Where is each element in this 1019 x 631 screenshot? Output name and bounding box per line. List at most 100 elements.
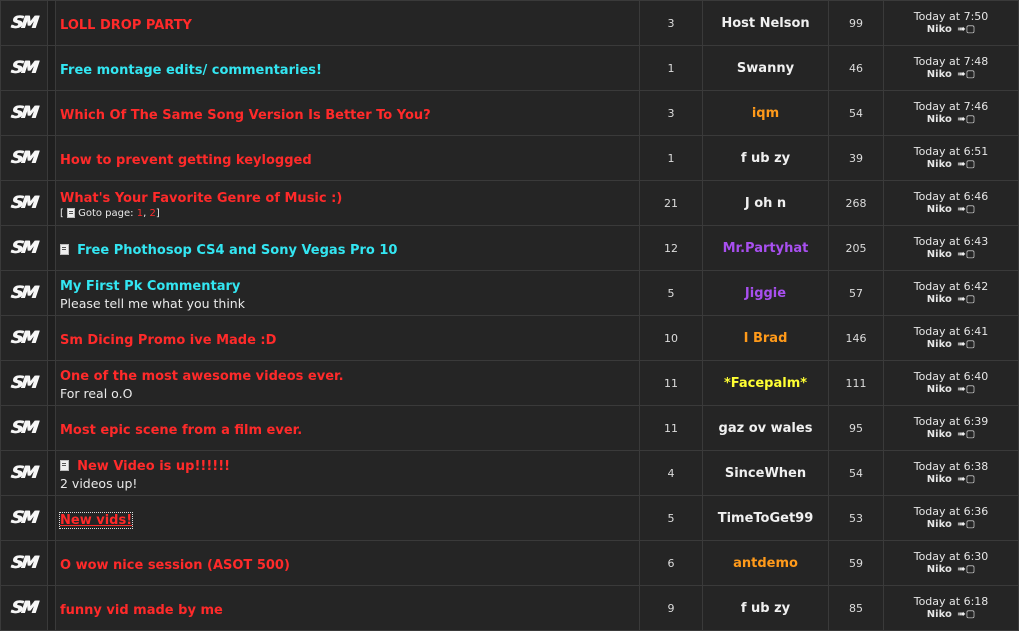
last-post-author-link[interactable]: Niko bbox=[927, 24, 952, 35]
goto-last-post-icon[interactable]: ➠▢ bbox=[957, 249, 975, 260]
topic-title-link[interactable]: Free Phothosop CS4 and Sony Vegas Pro 10 bbox=[77, 243, 397, 258]
last-post-author-link[interactable]: Niko bbox=[927, 69, 952, 80]
last-post-author-link[interactable]: Niko bbox=[927, 339, 952, 350]
goto-last-post-icon[interactable]: ➠▢ bbox=[957, 339, 975, 350]
topic-author-link[interactable]: gaz ov wales bbox=[719, 421, 813, 436]
topic-icon-cell: SM bbox=[0, 180, 48, 226]
goto-last-post-icon[interactable]: ➠▢ bbox=[957, 609, 975, 620]
topic-title-link[interactable]: My First Pk Commentary bbox=[60, 279, 240, 294]
topic-title-line: funny vid made by me bbox=[60, 599, 639, 618]
topic-icon-cell: SM bbox=[0, 90, 48, 136]
last-post-author-link[interactable]: Niko bbox=[927, 564, 952, 575]
topic-author-cell: Mr.Partyhat bbox=[702, 225, 829, 271]
goto-last-post-icon[interactable]: ➠▢ bbox=[957, 24, 975, 35]
sm-logo-icon: SM bbox=[10, 238, 38, 258]
topic-author-link[interactable]: *Facepalm* bbox=[724, 376, 807, 391]
goto-last-post-icon[interactable]: ➠▢ bbox=[957, 204, 975, 215]
topic-row: SM How to prevent getting keylogged 1 f … bbox=[0, 135, 1019, 181]
topic-title-link[interactable]: New Video is up!!!!!! bbox=[77, 459, 230, 474]
last-post-author-line: Niko ➠▢ bbox=[884, 23, 1018, 36]
topic-title-line: Free montage edits/ commentaries! bbox=[60, 59, 639, 78]
topic-description: For real o.O bbox=[60, 386, 133, 401]
topic-row: SM Which Of The Same Song Version Is Bet… bbox=[0, 90, 1019, 136]
reply-count: 4 bbox=[639, 450, 703, 496]
reply-count: 3 bbox=[639, 90, 703, 136]
last-post-author-link[interactable]: Niko bbox=[927, 519, 952, 530]
topic-author-link[interactable]: antdemo bbox=[733, 556, 798, 571]
last-post-author-line: Niko ➠▢ bbox=[884, 338, 1018, 351]
topic-author-link[interactable]: Mr.Partyhat bbox=[723, 241, 809, 256]
last-post-time: Today at 6:41 bbox=[913, 324, 989, 338]
topic-row: SM What's Your Favorite Genre of Music :… bbox=[0, 180, 1019, 226]
sm-logo-icon: SM bbox=[10, 58, 38, 78]
goto-last-post-icon[interactable]: ➠▢ bbox=[957, 564, 975, 575]
last-post-author-link[interactable]: Niko bbox=[927, 384, 952, 395]
topic-author-link[interactable]: I Brad bbox=[744, 331, 788, 346]
topic-author-link[interactable]: Jiggie bbox=[745, 286, 786, 301]
last-post-author-link[interactable]: Niko bbox=[927, 429, 952, 440]
reply-count: 3 bbox=[639, 0, 703, 46]
goto-last-post-icon[interactable]: ➠▢ bbox=[957, 474, 975, 485]
goto-last-post-icon[interactable]: ➠▢ bbox=[957, 114, 975, 125]
view-count: 39 bbox=[828, 135, 884, 181]
last-post-author-link[interactable]: Niko bbox=[927, 294, 952, 305]
topic-title-link[interactable]: One of the most awesome videos ever. bbox=[60, 369, 344, 384]
last-post-cell: Today at 6:18 Niko ➠▢ bbox=[883, 585, 1019, 631]
topic-title-cell: Sm Dicing Promo ive Made :D bbox=[55, 315, 640, 361]
folder-status-cell bbox=[47, 315, 56, 361]
topic-author-link[interactable]: iqm bbox=[752, 106, 779, 121]
last-post-author-link[interactable]: Niko bbox=[927, 159, 952, 170]
goto-last-post-icon[interactable]: ➠▢ bbox=[957, 294, 975, 305]
topic-author-link[interactable]: TimeToGet99 bbox=[718, 511, 814, 526]
last-post-author-line: Niko ➠▢ bbox=[884, 428, 1018, 441]
topic-title-cell: Free montage edits/ commentaries! bbox=[55, 45, 640, 91]
last-post-author-line: Niko ➠▢ bbox=[884, 473, 1018, 486]
topic-author-link[interactable]: J oh n bbox=[745, 196, 786, 211]
topic-author-link[interactable]: f ub zy bbox=[741, 601, 790, 616]
goto-last-post-icon[interactable]: ➠▢ bbox=[957, 384, 975, 395]
reply-count: 1 bbox=[639, 135, 703, 181]
topic-title-link[interactable]: Which Of The Same Song Version Is Better… bbox=[60, 108, 431, 123]
last-post-author-link[interactable]: Niko bbox=[927, 114, 952, 125]
topic-author-link[interactable]: Host Nelson bbox=[721, 16, 809, 31]
last-post-cell: Today at 6:39 Niko ➠▢ bbox=[883, 405, 1019, 451]
last-post-author-link[interactable]: Niko bbox=[927, 474, 952, 485]
topic-title-link[interactable]: How to prevent getting keylogged bbox=[60, 153, 312, 168]
topic-title-cell: O wow nice session (ASOT 500) bbox=[55, 540, 640, 586]
topic-author-link[interactable]: Swanny bbox=[737, 61, 794, 76]
last-post-author-link[interactable]: Niko bbox=[927, 249, 952, 260]
goto-last-post-icon[interactable]: ➠▢ bbox=[957, 159, 975, 170]
topic-title-link[interactable]: Most epic scene from a film ever. bbox=[60, 423, 302, 438]
topic-row: SM Most epic scene from a film ever. 11 … bbox=[0, 405, 1019, 451]
last-post-cell: Today at 6:42 Niko ➠▢ bbox=[883, 270, 1019, 316]
last-post-cell: Today at 6:36 Niko ➠▢ bbox=[883, 495, 1019, 541]
topic-title-link[interactable]: LOLL DROP PARTY bbox=[60, 18, 192, 33]
last-post-time: Today at 6:42 bbox=[913, 279, 989, 293]
goto-label: Goto page: bbox=[78, 208, 134, 219]
topic-author-link[interactable]: f ub zy bbox=[741, 151, 790, 166]
topic-title-line: Free Phothosop CS4 and Sony Vegas Pro 10 bbox=[60, 239, 639, 258]
goto-open-bracket: [ bbox=[60, 208, 64, 219]
topic-author-cell: TimeToGet99 bbox=[702, 495, 829, 541]
topic-icon-cell: SM bbox=[0, 135, 48, 181]
last-post-cell: Today at 6:38 Niko ➠▢ bbox=[883, 450, 1019, 496]
goto-last-post-icon[interactable]: ➠▢ bbox=[957, 429, 975, 440]
topic-title-line: One of the most awesome videos ever. bbox=[60, 365, 639, 384]
topic-title-link[interactable]: funny vid made by me bbox=[60, 603, 223, 618]
last-post-author-link[interactable]: Niko bbox=[927, 204, 952, 215]
folder-status-cell bbox=[47, 540, 56, 586]
goto-last-post-icon[interactable]: ➠▢ bbox=[957, 69, 975, 80]
last-post-author-link[interactable]: Niko bbox=[927, 609, 952, 620]
last-post-time: Today at 6:36 bbox=[913, 504, 989, 518]
topic-title-link[interactable]: Sm Dicing Promo ive Made :D bbox=[60, 333, 276, 348]
topic-title-link[interactable]: Free montage edits/ commentaries! bbox=[60, 63, 322, 78]
reply-count: 9 bbox=[639, 585, 703, 631]
view-count: 85 bbox=[828, 585, 884, 631]
topic-title-link[interactable]: New vids! bbox=[58, 511, 134, 529]
topic-author-link[interactable]: SinceWhen bbox=[725, 466, 806, 481]
topic-title-link[interactable]: What's Your Favorite Genre of Music :) bbox=[60, 191, 342, 206]
topic-icon-cell: SM bbox=[0, 315, 48, 361]
goto-last-post-icon[interactable]: ➠▢ bbox=[957, 519, 975, 530]
reply-count: 21 bbox=[639, 180, 703, 226]
topic-title-link[interactable]: O wow nice session (ASOT 500) bbox=[60, 558, 290, 573]
